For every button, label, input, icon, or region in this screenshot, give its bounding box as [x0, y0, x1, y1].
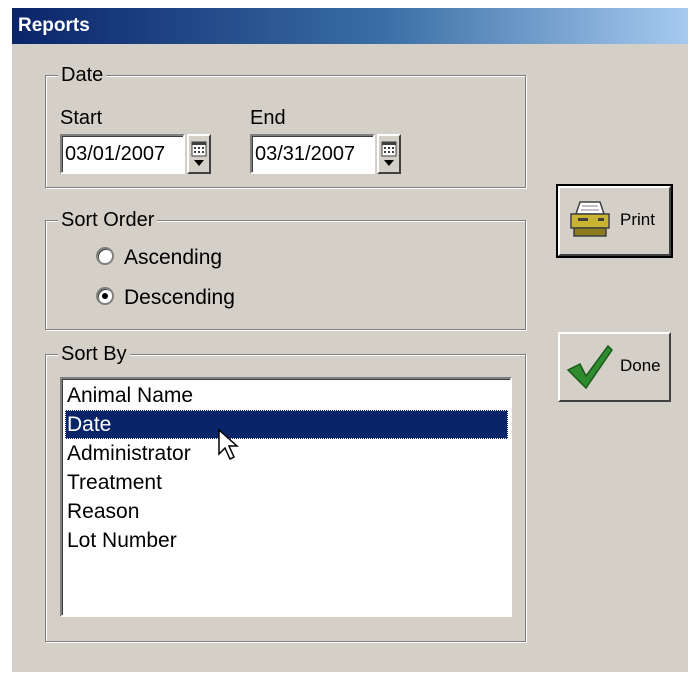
calendar-icon — [381, 141, 397, 166]
radio-ascending-label: Ascending — [124, 246, 223, 269]
radio-button-icon — [96, 287, 114, 306]
done-button-label: Done — [620, 356, 661, 375]
end-calendar-button[interactable] — [377, 134, 401, 174]
window-title: Reports — [12, 8, 688, 44]
radio-button-icon — [96, 247, 114, 266]
done-button[interactable]: Done — [558, 332, 671, 402]
mouse-pointer-icon — [218, 428, 239, 461]
list-item[interactable]: Treatment — [65, 468, 508, 497]
date-groupbox: Date Start 03/01/2007 End 03/31/2007 — [45, 62, 526, 188]
list-item-selected[interactable]: Date — [65, 410, 508, 439]
list-item[interactable]: Animal Name — [65, 381, 508, 410]
list-item[interactable]: Lot Number — [65, 526, 508, 555]
start-label: Start — [60, 107, 103, 129]
printer-icon — [570, 201, 610, 237]
reports-window: Reports Date Start 03/01/2007 End 03/31/… — [12, 8, 688, 672]
radio-ascending[interactable]: Ascending — [96, 245, 222, 271]
end-date-input[interactable]: 03/31/2007 — [250, 134, 375, 174]
radio-descending[interactable]: Descending — [96, 285, 235, 311]
sort-by-listbox[interactable]: Animal Name Date Administrator Treatment… — [60, 377, 512, 617]
sort-order-groupbox: Sort Order Ascending Descending — [45, 207, 526, 330]
list-item[interactable]: Reason — [65, 497, 508, 526]
sort-by-groupbox: Sort By Animal Name Date Administrator T… — [45, 341, 526, 642]
start-calendar-button[interactable] — [187, 134, 211, 174]
checkmark-icon — [566, 344, 613, 390]
calendar-icon — [191, 141, 207, 166]
radio-descending-label: Descending — [124, 286, 235, 309]
sort-order-legend: Sort Order — [58, 207, 158, 233]
end-label: End — [250, 107, 286, 129]
print-button-label: Print — [620, 210, 655, 229]
date-legend: Date — [58, 62, 107, 88]
start-date-input[interactable]: 03/01/2007 — [60, 134, 185, 174]
sort-by-legend: Sort By — [58, 341, 130, 367]
list-item[interactable]: Administrator — [65, 439, 508, 468]
print-button[interactable]: Print — [556, 184, 673, 258]
